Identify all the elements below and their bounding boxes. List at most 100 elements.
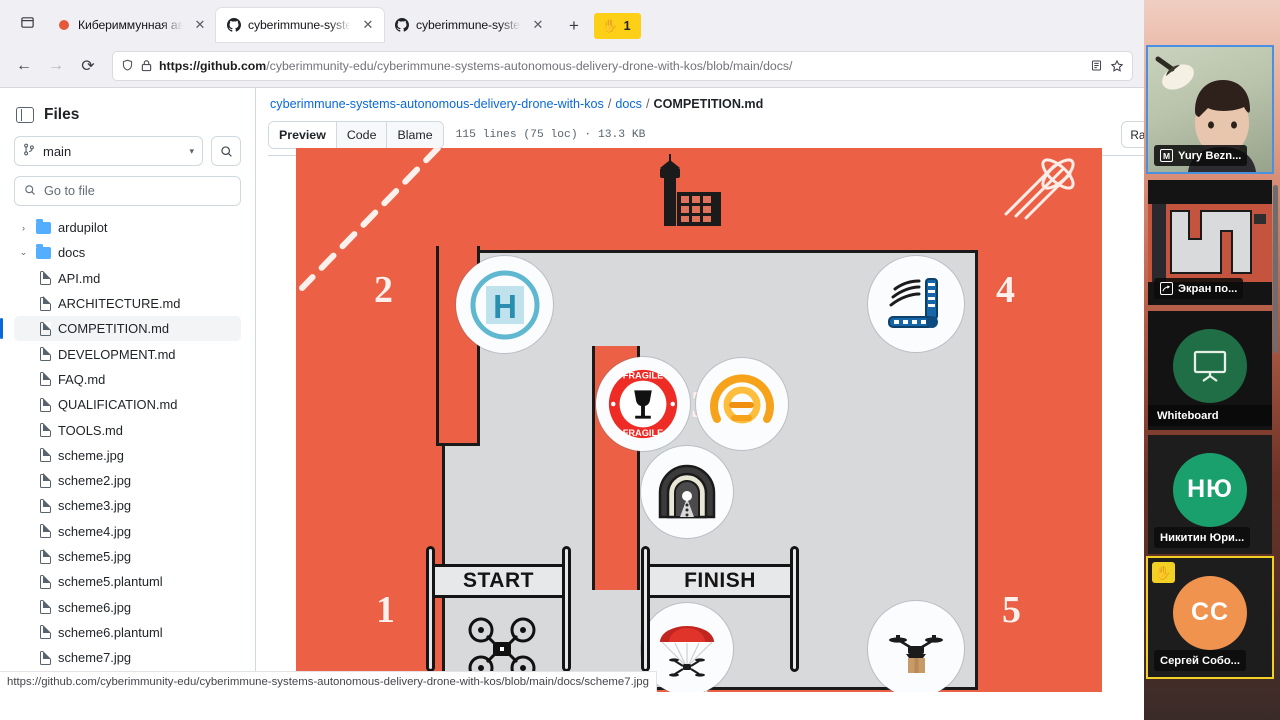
- folder-icon: [36, 244, 51, 259]
- whiteboard-icon: [1173, 328, 1247, 403]
- breadcrumb-repo[interactable]: cyberimmune-systems-autonomous-delivery-…: [270, 97, 604, 111]
- avatar: СС: [1173, 575, 1247, 650]
- file-meta: 115 lines (75 loc) · 13.3 KB: [455, 128, 646, 141]
- tree-item-ardupilot[interactable]: › ardupilot: [14, 215, 241, 240]
- padlock-icon[interactable]: [141, 59, 152, 72]
- close-icon[interactable]: ✕: [530, 17, 546, 33]
- branch-row: main ▾: [14, 136, 241, 166]
- new-tab-button[interactable]: +: [560, 12, 588, 40]
- finish-gate: FINISH: [641, 546, 799, 676]
- tree-item-file[interactable]: scheme6.plantuml: [14, 620, 241, 645]
- browser-chrome: Кибериммунная автономн ✕ cyberimmune-sys…: [0, 0, 1280, 88]
- branch-selector[interactable]: main ▾: [14, 136, 203, 166]
- go-to-file-input[interactable]: Go to file: [14, 176, 241, 206]
- breadcrumb-separator: /: [607, 97, 612, 111]
- participant-tile-nikitin[interactable]: НЮ Никитин Юри...: [1148, 435, 1272, 554]
- reader-view-icon[interactable]: [1090, 59, 1103, 72]
- tree-item-file[interactable]: scheme.jpg: [14, 443, 241, 468]
- tree-item-file[interactable]: TOOLS.md: [14, 417, 241, 442]
- zone-number-1: 1: [376, 589, 395, 631]
- scheme-canvas: 2 4 3 1 5 6 H: [296, 148, 1102, 692]
- tree-item-label: COMPETITION.md: [58, 321, 170, 337]
- avatar-initials: СС: [1190, 598, 1230, 627]
- tree-item-file[interactable]: QUALIFICATION.md: [14, 392, 241, 417]
- tree-item-file[interactable]: API.md: [14, 266, 241, 291]
- tree-item-file[interactable]: scheme2.jpg: [14, 468, 241, 493]
- tree-item-file[interactable]: scheme4.jpg: [14, 519, 241, 544]
- tree-item-label: scheme5.jpg: [58, 549, 132, 564]
- tree-item-label: scheme6.plantuml: [58, 624, 163, 640]
- scheme-image[interactable]: 2 4 3 1 5 6 H: [296, 148, 1102, 692]
- raise-hand-count: 1: [623, 19, 631, 33]
- tab-0[interactable]: Кибериммунная автономн ✕: [46, 8, 216, 42]
- close-icon[interactable]: ✕: [192, 17, 208, 33]
- tree-item-label: FAQ.md: [58, 371, 106, 387]
- raised-hand-icon: ✋: [1152, 562, 1175, 583]
- breadcrumb-separator: /: [645, 97, 650, 111]
- tree-item-file[interactable]: scheme7.jpg: [14, 645, 241, 670]
- avatar: НЮ: [1173, 452, 1247, 527]
- tab-2[interactable]: cyberimmune-systems-a ✕: [384, 8, 554, 42]
- tree-item-file[interactable]: ARCHITECTURE.md: [14, 291, 241, 316]
- view-mode-tabs: Preview Code Blame: [268, 120, 444, 149]
- participant-name: Yury Bezn...: [1178, 149, 1242, 162]
- participant-name: Whiteboard: [1157, 409, 1219, 422]
- star-icon[interactable]: [1110, 59, 1124, 73]
- participant-tile-sergey[interactable]: ✋ СС Сергей Собо...: [1146, 556, 1274, 679]
- moderator-badge: M: [1160, 149, 1173, 162]
- tree-item-file[interactable]: DEVELOPMENT.md: [14, 341, 241, 366]
- start-label: START: [432, 564, 565, 598]
- barrier-gate-icon: [868, 256, 964, 352]
- participant-tile-yury[interactable]: M Yury Bezn...: [1146, 45, 1274, 174]
- tree-item-file[interactable]: scheme5.jpg: [14, 544, 241, 569]
- search-icon[interactable]: [211, 136, 241, 166]
- close-icon[interactable]: ✕: [360, 17, 376, 33]
- participant-name-label: Сергей Собо...: [1154, 650, 1246, 671]
- breadcrumb-file: COMPETITION.md: [653, 97, 764, 111]
- tree-item-competition-md[interactable]: COMPETITION.md: [0, 316, 241, 342]
- screen-share-icon: [1160, 282, 1173, 295]
- shield-icon[interactable]: [121, 59, 134, 72]
- start-gate: START: [426, 546, 571, 676]
- search-icon: [24, 184, 36, 199]
- participant-tile-screenshare[interactable]: Экран по...: [1148, 180, 1272, 305]
- screenshot-root: Кибериммунная автономн ✕ cyberimmune-sys…: [0, 0, 1280, 720]
- participant-name: Никитин Юри...: [1160, 531, 1245, 544]
- participant-tile-whiteboard[interactable]: Whiteboard: [1148, 311, 1272, 430]
- tab-blame[interactable]: Blame: [386, 121, 443, 148]
- reload-button[interactable]: ⟳: [72, 50, 104, 82]
- tree-item-label: scheme.jpg: [58, 447, 124, 463]
- control-tower-icon: [660, 154, 721, 226]
- tree-item-file[interactable]: FAQ.md: [14, 367, 241, 392]
- file-icon: [40, 549, 52, 564]
- tab-title: Кибериммунная автономн: [78, 18, 185, 32]
- file-icon: [40, 574, 52, 589]
- tree-item-file[interactable]: scheme5.plantuml: [14, 569, 241, 594]
- tree-item-file[interactable]: scheme6.jpg: [14, 594, 241, 619]
- file-icon: [40, 296, 52, 311]
- rail-scrollbar[interactable]: [1273, 185, 1278, 353]
- tree-item-label: scheme5.plantuml: [58, 574, 163, 590]
- breadcrumb-folder[interactable]: docs: [615, 97, 642, 111]
- zone-number-4: 4: [996, 269, 1015, 311]
- participant-name: Экран по...: [1178, 282, 1238, 295]
- list-all-tabs-button[interactable]: [12, 7, 42, 37]
- tab-1[interactable]: cyberimmune-systems-a ✕: [216, 8, 384, 42]
- page-body: Files main ▾ Go to file › ardupilot ⌄ do…: [0, 88, 1280, 692]
- side-panel-icon[interactable]: [16, 107, 34, 123]
- finish-label: FINISH: [647, 564, 793, 598]
- tree-item-file[interactable]: scheme3.jpg: [14, 493, 241, 518]
- fragile-icon: FRAGILE FRAGILE: [596, 357, 690, 451]
- raise-hand-badge[interactable]: ✋ 1: [594, 13, 641, 39]
- file-tree: › ardupilot ⌄ docs API.md ARCHITECTURE.m…: [0, 215, 241, 696]
- tree-item-docs[interactable]: ⌄ docs: [14, 240, 241, 265]
- propeller-swirl-icon: [1004, 158, 1075, 220]
- tab-preview[interactable]: Preview: [269, 121, 336, 148]
- svg-text:FRAGILE: FRAGILE: [623, 371, 664, 381]
- file-icon: [40, 650, 52, 665]
- svg-text:FRAGILE: FRAGILE: [623, 428, 664, 438]
- tab-code[interactable]: Code: [335, 121, 387, 148]
- back-button[interactable]: ←: [8, 50, 40, 82]
- address-bar[interactable]: https://github.com/cyberimmunity-edu/cyb…: [112, 50, 1133, 81]
- sidebar-header: Files: [16, 106, 241, 124]
